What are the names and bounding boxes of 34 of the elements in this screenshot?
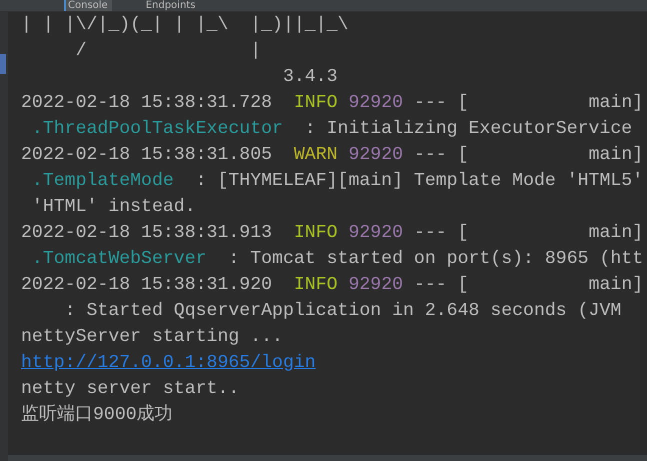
- log-text: 2022-02-18 15:38:31.913: [21, 223, 274, 243]
- log-text: 2022-02-18 15:38:31.920: [21, 275, 274, 295]
- log-text: 2022-02-18 15:38:31.728: [21, 93, 274, 113]
- log-text: | | |\/|_)(_| | |_\ |_)||_|_\: [21, 15, 348, 35]
- logger-name: .ThreadPoolTaskExecutor: [30, 119, 283, 139]
- log-level: INFO: [294, 275, 338, 295]
- log-level: INFO: [294, 93, 338, 113]
- log-level: WARN: [294, 145, 338, 165]
- log-text: / |: [74, 41, 262, 61]
- process-id: 92920: [347, 275, 404, 295]
- process-id: 92920: [347, 223, 404, 243]
- log-text: : [THYMELEAF][main] Template Mode 'HTML5': [194, 171, 644, 191]
- log-text: --- [ main]: [412, 145, 644, 165]
- log-text: : Started QqserverApplication in 2.648 seconds (JVM: [64, 301, 622, 321]
- panel-tab[interactable]: Endpoints: [142, 0, 200, 11]
- log-level: INFO: [294, 223, 338, 243]
- log-text: : Tomcat started on port(s): 8965 (htt: [227, 249, 644, 269]
- log-text: 'HTML' instead.: [30, 197, 196, 217]
- log-text: netty server start..: [21, 379, 240, 399]
- log-text: 2022-02-18 15:38:31.805: [21, 145, 274, 165]
- gutter-marker: [0, 54, 6, 74]
- logger-name: .TemplateMode: [30, 171, 174, 191]
- log-text: 3.4.3: [282, 67, 338, 87]
- process-id: 92920: [347, 93, 404, 113]
- process-id: 92920: [347, 145, 404, 165]
- url-link[interactable]: http://127.0.0.1:8965/login: [21, 353, 316, 373]
- logger-name: .TomcatWebServer: [30, 249, 207, 269]
- panel-tab[interactable]: Console: [64, 0, 112, 11]
- log-text: --- [ main]: [412, 223, 644, 243]
- log-text: --- [ main]: [412, 93, 644, 113]
- log-text: 监听端口9000成功: [21, 405, 173, 425]
- log-text: nettyServer starting ...: [21, 327, 283, 347]
- log-text: : Initializing ExecutorService: [304, 119, 632, 139]
- log-text: --- [ main]: [412, 275, 644, 295]
